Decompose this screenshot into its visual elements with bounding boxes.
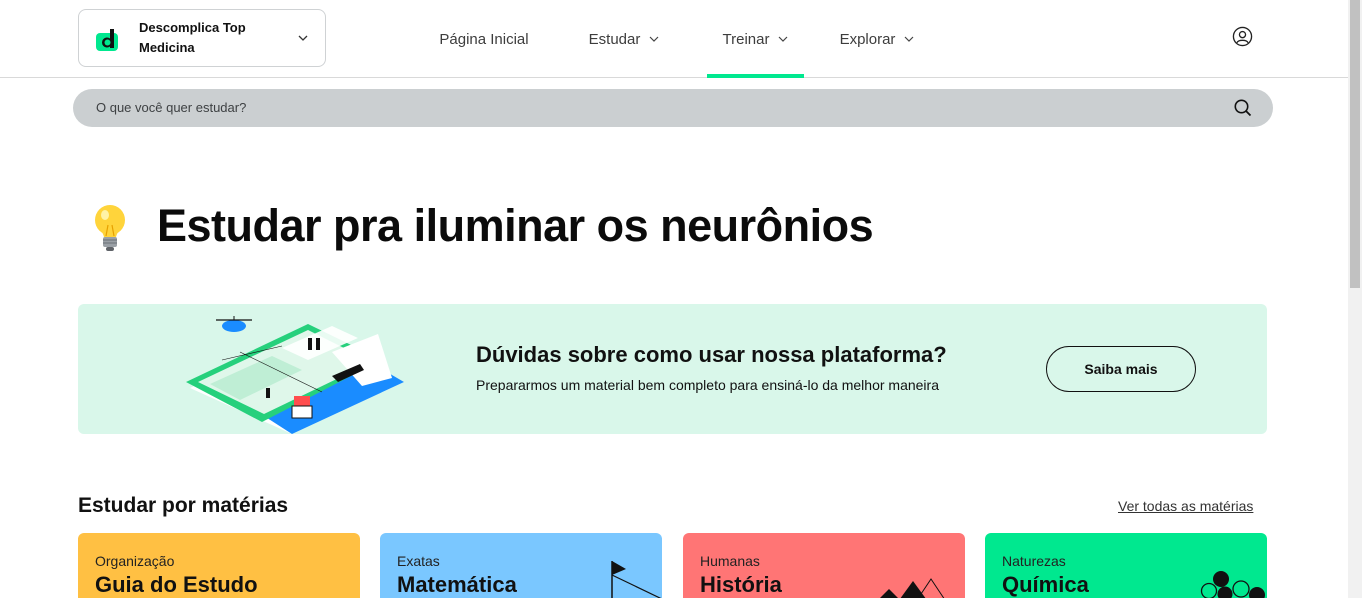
search-bar[interactable]: O que você quer estudar? [73, 89, 1273, 127]
pyramids-decoration-icon [880, 578, 945, 598]
page-title: Estudar pra iluminar os neurônios [157, 200, 874, 251]
subject-name: História [700, 572, 782, 597]
user-circle-icon[interactable] [1232, 26, 1253, 47]
saiba-mais-button[interactable]: Saiba mais [1046, 346, 1196, 392]
flag-decoration-icon [611, 561, 662, 598]
subject-category: Exatas [397, 553, 440, 569]
nav-explorar[interactable]: Explorar [814, 0, 940, 78]
subject-name: Química [1002, 572, 1089, 597]
top-header: Descomplica Top Medicina Página Inicial … [0, 0, 1348, 78]
scrollbar-thumb[interactable] [1350, 0, 1360, 288]
banner-title: Dúvidas sobre como usar nossa plataforma… [476, 342, 947, 367]
platform-illustration [186, 316, 404, 434]
nav-treinar[interactable]: Treinar [707, 0, 804, 78]
help-banner: Dúvidas sobre como usar nossa plataforma… [78, 304, 1267, 434]
subject-category: Humanas [700, 553, 760, 569]
search-input[interactable]: O que você quer estudar? [96, 100, 246, 115]
chevron-down-icon [649, 36, 659, 42]
chevron-down-icon [779, 36, 788, 42]
see-all-subjects-link[interactable]: Ver todas as matérias [1118, 498, 1253, 514]
subjects-section-title: Estudar por matérias [78, 494, 289, 517]
subject-card-quimica[interactable]: Naturezas Química [985, 533, 1267, 598]
subject-category: Naturezas [1002, 553, 1066, 569]
d-logo-icon [96, 29, 118, 51]
nav-label: Estudar [588, 30, 641, 48]
main-nav: Página Inicial Estudar Treinar Explorar [410, 0, 940, 78]
page-scrollbar[interactable] [1348, 0, 1362, 598]
subject-name: Guia do Estudo [95, 572, 258, 597]
brand-selector[interactable]: Descomplica Top Medicina [78, 9, 326, 67]
molecule-decoration-icon [1200, 571, 1265, 598]
nav-pagina-inicial[interactable]: Página Inicial [410, 0, 558, 78]
nav-estudar[interactable]: Estudar [558, 0, 690, 78]
brand-name: Descomplica Top Medicina [139, 20, 246, 55]
subject-card-matematica[interactable]: Exatas Matemática [380, 533, 662, 598]
nav-label: Página Inicial [439, 30, 529, 48]
nav-label: Treinar [722, 30, 770, 48]
subject-card-historia[interactable]: Humanas História [683, 533, 965, 598]
search-icon[interactable] [1233, 98, 1253, 118]
subject-name: Matemática [397, 572, 517, 597]
subject-category: Organização [95, 553, 175, 569]
chevron-down-icon [298, 35, 308, 41]
subject-card-guia-do-estudo[interactable]: Organização Guia do Estudo [78, 533, 360, 598]
banner-subtitle: Prepararmos um material bem completo par… [476, 377, 939, 393]
light-bulb-icon [95, 205, 125, 251]
chevron-down-icon [904, 36, 914, 42]
nav-label: Explorar [839, 30, 896, 48]
